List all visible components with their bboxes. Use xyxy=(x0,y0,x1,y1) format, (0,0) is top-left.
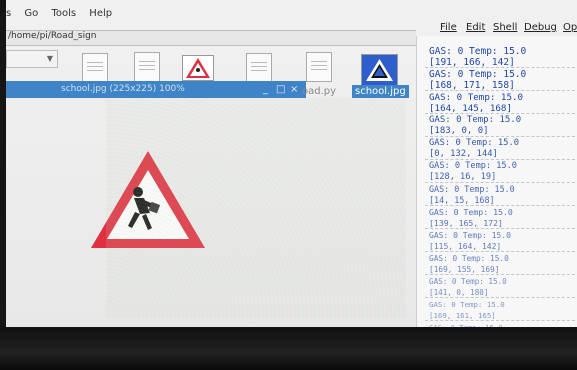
shell-menu-options[interactable]: Op xyxy=(563,22,577,33)
gas-temp-line: GAS: 0 Temp: 15.0 xyxy=(429,207,513,217)
shell-output-entry: GAS: 0 Temp: 15.0 [14, 15, 168] xyxy=(429,184,515,206)
entry-separator xyxy=(425,205,575,206)
file-icon[interactable] xyxy=(82,53,108,83)
entry-separator xyxy=(425,274,575,275)
gas-temp-line: GAS: 0 Temp: 15.0 xyxy=(429,277,507,286)
shell-output-entry: GAS: 0 Temp: 15.0 [169, 161, 165] xyxy=(429,299,505,321)
image-viewer-titlebar[interactable]: school.jpg (225x225) 100% _ □ × xyxy=(6,81,306,98)
viewer-title: school.jpg (225x225) 100% xyxy=(61,84,185,94)
entry-separator xyxy=(425,159,575,160)
entry-separator xyxy=(425,228,575,229)
shell-output-entry: GAS: 0 Temp: 15.0 [141, 0, 180] xyxy=(429,276,507,298)
gas-temp-line: GAS: 0 Temp: 15.0 xyxy=(429,46,527,57)
shell-output-entry: GAS: 0 Temp: 15.0 [168, 171, 158] xyxy=(429,69,526,91)
gas-temp-line: GAS: 0 Temp: 15.0 xyxy=(429,161,517,171)
entry-separator xyxy=(425,320,575,321)
shell-output-entry: GAS: 0 Temp: 15.0 [139, 165, 172] xyxy=(429,207,513,229)
file-manager-menubar: s Go Tools Help xyxy=(6,8,416,28)
file-icon[interactable] xyxy=(134,52,160,82)
shell-menu-edit[interactable]: Edit xyxy=(466,22,485,33)
minimize-button[interactable]: _ xyxy=(263,84,268,95)
menu-item-help[interactable]: Help xyxy=(89,8,112,19)
gas-temp-line: GAS: 0 Temp: 15.0 xyxy=(429,300,505,309)
shell-menubar: File Edit Shell Debug Op xyxy=(416,18,577,36)
menu-item-s[interactable]: s xyxy=(6,8,11,19)
file-label-school[interactable]: school.jpg xyxy=(352,85,409,98)
chevron-down-icon: ▼ xyxy=(46,54,53,63)
gas-temp-line: GAS: 0 Temp: 15.0 xyxy=(429,115,522,125)
gas-temp-line: GAS: 0 Temp: 15.0 xyxy=(429,231,511,240)
gas-temp-line: GAS: 0 Temp: 15.0 xyxy=(429,69,527,80)
shell-output-entry: GAS: 0 Temp: 15.0 [115, 164, 142] xyxy=(429,230,511,252)
shell-output-entry: GAS: 0 Temp: 15.0 [169, 155, 169] xyxy=(429,253,509,275)
road-sign-thumbnail-icon[interactable] xyxy=(182,55,214,81)
gas-temp-line: GAS: 0 Temp: 15.0 xyxy=(429,254,509,263)
entry-separator xyxy=(425,182,575,183)
file-icon[interactable] xyxy=(306,52,332,82)
gas-temp-line: GAS: 0 Temp: 15.0 xyxy=(429,92,524,103)
screen: s Go Tools Help /home/pi/Road_sign ▼ sch… xyxy=(6,0,577,327)
close-button[interactable]: × xyxy=(290,84,298,95)
menu-item-tools[interactable]: Tools xyxy=(51,8,76,19)
entry-separator xyxy=(425,90,575,91)
path-text: /home/pi/Road_sign xyxy=(8,31,97,41)
shell-output-entry: GAS: 0 Temp: 15.0 [0, 132, 144] xyxy=(429,138,519,160)
menu-item-go[interactable]: Go xyxy=(24,8,38,19)
entry-separator xyxy=(425,251,575,252)
shell-output-entry: GAS: 0 Temp: 15.0 [164, 145, 168] xyxy=(429,92,523,114)
file-label-road[interactable]: oad.py xyxy=(302,86,336,97)
shell-menu-debug[interactable]: Debug xyxy=(524,22,557,33)
school-sign-thumbnail-icon[interactable] xyxy=(361,54,398,86)
entry-separator xyxy=(425,67,575,68)
view-dropdown[interactable]: ▼ xyxy=(6,50,58,68)
shell-output-entry: GAS: 0 Temp: 15.0 [128, 16, 19] xyxy=(429,161,517,183)
monitor-bezel-bottom xyxy=(0,327,577,370)
shell-menu-file[interactable]: File xyxy=(440,22,457,33)
gas-temp-line: GAS: 0 Temp: 15.0 xyxy=(429,138,520,148)
image-viewer-canvas xyxy=(66,140,316,265)
entry-separator xyxy=(425,136,575,137)
entry-separator xyxy=(425,297,575,298)
shell-output-entry: GAS: 0 Temp: 15.0 [183, 0, 0] xyxy=(429,115,521,137)
shell-output-entry: GAS: 0 Temp: 15.0 [191, 166, 142] xyxy=(429,46,526,68)
maximize-button[interactable]: □ xyxy=(276,84,285,95)
gas-temp-line: GAS: 0 Temp: 15.0 xyxy=(429,184,515,194)
shell-menu-shell[interactable]: Shell xyxy=(493,22,517,33)
warning-sign-image xyxy=(91,151,205,248)
entry-separator xyxy=(425,113,575,114)
file-icon[interactable] xyxy=(246,53,272,83)
path-bar[interactable]: /home/pi/Road_sign xyxy=(6,30,416,46)
python-shell-output[interactable]: GAS: 0 Temp: 15.0 [191, 166, 142] GAS: 0 T… xyxy=(416,36,577,327)
